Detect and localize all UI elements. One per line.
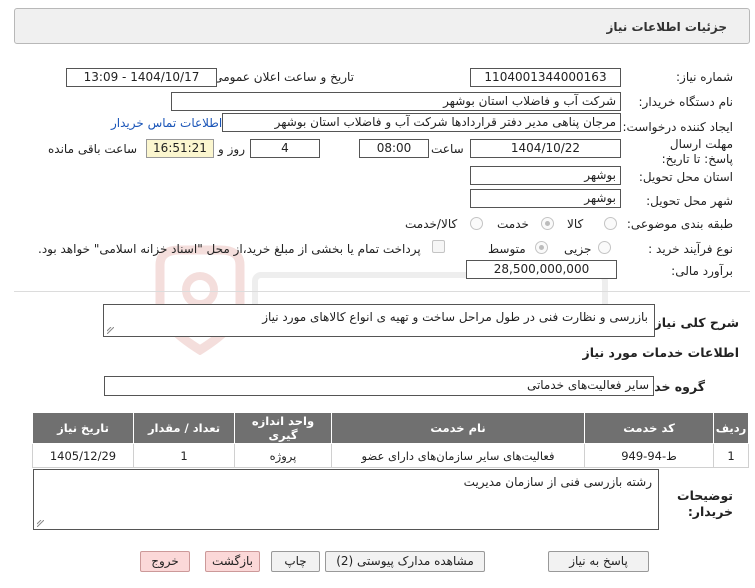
column-header-code: کد خدمت (584, 412, 714, 444)
description-text: بازرسی و نظارت فنی در طول مراحل ساخت و ت… (262, 310, 648, 324)
column-header-quantity: تعداد / مقدار (133, 412, 235, 444)
cell-need-date: 1405/12/29 (32, 443, 134, 468)
province-field: بوشهر (470, 166, 621, 185)
city-label: شهر محل تحویل: (646, 194, 733, 208)
deadline-time-label: ساعت (431, 142, 464, 156)
days-remaining-field: 4 (250, 139, 320, 158)
table-row: 1 ط-94-949 فعالیت‌های سایر سازمان‌های دا… (32, 443, 749, 468)
cell-quantity: 1 (133, 443, 235, 468)
table-header-row: ردیف کد خدمت نام خدمت واحد اندازه گیری ت… (32, 412, 749, 444)
column-header-unit: واحد اندازه گیری (234, 412, 332, 444)
exit-button[interactable]: خروج (140, 551, 190, 572)
buyer-contact-link[interactable]: اطلاعات تماس خریدار (111, 116, 222, 130)
column-header-service-name: نام خدمت (331, 412, 585, 444)
resize-grip-icon (37, 520, 44, 527)
process-radio-medium[interactable] (535, 241, 548, 254)
process-option-medium: متوسط (488, 242, 526, 256)
budget-field: 28,500,000,000 (466, 260, 617, 279)
column-header-need-date: تاریخ نیاز (32, 412, 134, 444)
remaining-time-label: ساعت باقی مانده (48, 142, 138, 156)
service-group-field: سایر فعالیت‌های خدماتی (104, 376, 654, 396)
page-title: جزئیات اطلاعات نیاز (606, 20, 727, 34)
treasury-payment-checkbox[interactable] (432, 240, 445, 253)
treasury-payment-note: پرداخت تمام یا بخشی از مبلغ خرید،از محل … (38, 242, 421, 256)
resize-grip-icon (107, 327, 114, 334)
cell-service-name: فعالیت‌های سایر سازمان‌های دارای عضو (331, 443, 585, 468)
city-field: بوشهر (470, 189, 621, 208)
buyer-notes-textarea[interactable]: رشته بازرسی فنی از سازمان مدیریت (33, 469, 659, 530)
buyer-notes-text: رشته بازرسی فنی از سازمان مدیریت (463, 475, 652, 489)
category-radio-goods[interactable] (604, 217, 617, 230)
back-button[interactable]: بازگشت (205, 551, 260, 572)
province-label: استان محل تحویل: (638, 170, 733, 184)
creator-label: ایجاد کننده درخواست: (622, 120, 733, 134)
announce-datetime-label: تاریخ و ساعت اعلان عمومی: (209, 70, 354, 84)
buyer-notes-label: توضیحات خریدار: (677, 488, 733, 519)
creator-field: مرجان پناهی مدیر دفتر قراردادها شرکت آب … (222, 113, 621, 132)
cell-code: ط-94-949 (584, 443, 714, 468)
category-option-goods: کالا (567, 217, 584, 231)
need-number-field: 1104001344000163 (470, 68, 621, 87)
cell-row: 1 (713, 443, 749, 468)
category-option-service: خدمت (497, 217, 529, 231)
print-button[interactable]: چاپ (271, 551, 320, 572)
deadline-label: مهلت ارسال پاسخ: تا تاریخ: (661, 137, 733, 166)
process-label: نوع فرآیند خرید : (648, 242, 733, 256)
category-option-goods-service: کالا/خدمت (405, 217, 458, 231)
category-radio-service[interactable] (541, 217, 554, 230)
category-radio-goods-service[interactable] (470, 217, 483, 230)
cell-unit: پروژه (234, 443, 332, 468)
services-table: ردیف کد خدمت نام خدمت واحد اندازه گیری ت… (32, 412, 749, 468)
reply-button[interactable]: پاسخ به نیاز (548, 551, 649, 572)
buyer-org-label: نام دستگاه خریدار: (638, 95, 734, 109)
announce-datetime-field: 1404/10/17 - 13:09 (66, 68, 217, 87)
page-header: جزئیات اطلاعات نیاز (14, 8, 750, 44)
services-section-title: اطلاعات خدمات مورد نیاز (582, 345, 740, 360)
description-textarea[interactable]: بازرسی و نظارت فنی در طول مراحل ساخت و ت… (103, 304, 655, 337)
budget-label: برآورد مالی: (671, 264, 733, 278)
divider (14, 291, 750, 292)
description-label: شرح کلی نیاز: (649, 315, 739, 330)
need-number-label: شماره نیاز: (676, 70, 733, 84)
view-attachments-button[interactable]: مشاهده مدارک پیوستی (2) (325, 551, 485, 572)
deadline-date-field: 1404/10/22 (470, 139, 621, 158)
process-radio-minor[interactable] (598, 241, 611, 254)
buyer-org-field: شرکت آب و فاضلاب استان بوشهر (171, 92, 621, 111)
column-header-row: ردیف (713, 412, 749, 444)
process-option-minor: جزیی (564, 242, 592, 256)
remaining-time-field: 16:51:21 (146, 139, 214, 158)
category-label: طبقه بندی موضوعی: (626, 217, 733, 231)
deadline-time-field: 08:00 (359, 139, 429, 158)
days-label: روز و (218, 142, 245, 156)
